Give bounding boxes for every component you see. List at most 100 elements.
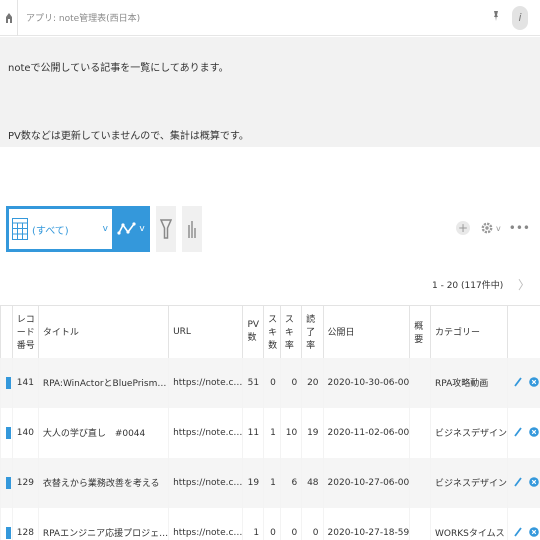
column-header-record-number[interactable]: レコード番号 (11, 305, 39, 358)
next-page-button[interactable]: 〉 (518, 276, 530, 293)
pv-cell: 51 (242, 357, 264, 408)
pv-cell: 11 (242, 407, 264, 458)
app-description: noteで公開している記事を一覧にしてあります。 PV数などは更新していませんの… (0, 37, 540, 147)
title-cell: 衣替えから業務改善を考える (37, 457, 169, 508)
add-record-button[interactable]: + (456, 221, 470, 235)
edit-icon[interactable] (514, 477, 522, 487)
row-actions (507, 507, 540, 540)
read-rate-cell: 19 (301, 407, 324, 458)
info-button[interactable]: i (512, 5, 528, 30)
info-icon: i (518, 11, 522, 24)
column-header-published[interactable]: 公開日 (322, 305, 410, 358)
column-header-title[interactable]: タイトル (37, 305, 169, 358)
settings-button[interactable]: v (480, 221, 501, 235)
pagination-info: 1 - 20 (117件中) (432, 281, 504, 291)
delete-icon[interactable] (529, 477, 539, 488)
column-header-url[interactable]: URL (168, 305, 243, 358)
published-cell: 2020-10-27-18-59 (322, 507, 410, 540)
row-actions (507, 357, 540, 408)
table-row: 141 RPA:WinActorとBluePrism… https://note… (0, 357, 540, 408)
more-icon: ••• (508, 221, 530, 235)
like-rate-cell: 10 (279, 407, 302, 458)
url-link[interactable]: https://note.c… (168, 457, 243, 508)
app-header: アプリ: note管理表(西日本) i (0, 0, 540, 36)
graph-chevron-down-icon: v (139, 224, 145, 234)
home-button[interactable] (0, 0, 18, 36)
summary-cell (409, 507, 431, 540)
url-link[interactable]: https://note.c… (168, 357, 243, 408)
delete-icon[interactable] (529, 527, 539, 538)
column-header-indicator (0, 305, 13, 358)
filter-button[interactable] (156, 206, 176, 252)
row-detail-link[interactable] (0, 357, 13, 408)
graph-menu-button[interactable]: v (112, 206, 150, 252)
description-line-1: noteで公開している記事を一覧にしてあります。 (8, 63, 229, 74)
add-icon: + (457, 221, 469, 235)
published-cell: 2020-11-02-06-00 (322, 407, 410, 458)
row-detail-link[interactable] (0, 507, 13, 540)
url-link[interactable]: https://note.c… (168, 407, 243, 458)
record-number-cell: 128 (11, 507, 39, 540)
pv-cell: 19 (242, 457, 264, 508)
table-row: 140 大人の学び直し #0044 https://note.c… 11 1 1… (0, 407, 540, 458)
edit-icon[interactable] (514, 377, 522, 387)
column-header-like-rate[interactable]: スキ率 (279, 305, 302, 358)
delete-icon[interactable] (529, 377, 539, 388)
more-button[interactable]: ••• (509, 221, 530, 235)
column-header-summary[interactable]: 概要 (409, 305, 431, 358)
edit-icon[interactable] (514, 527, 522, 537)
column-header-likes[interactable]: スキ数 (263, 305, 281, 358)
column-header-category[interactable]: カテゴリー (429, 305, 508, 358)
column-header-pv[interactable]: PV数 (242, 305, 264, 358)
published-cell: 2020-10-27-06-00 (322, 457, 410, 508)
category-cell: ビジネスデザイン (429, 407, 508, 458)
view-selector[interactable]: (すべて) v (6, 206, 112, 252)
home-icon (5, 12, 12, 23)
summary-cell (409, 357, 431, 408)
category-cell: WORKSタイムス (429, 507, 508, 540)
records-table: レコード番号 タイトル URL PV数 スキ数 スキ率 読了率 公開日 概要 カ… (0, 305, 540, 540)
column-header-read-rate[interactable]: 読了率 (301, 305, 324, 358)
read-rate-cell: 48 (301, 457, 324, 508)
column-header-actions (507, 305, 540, 358)
record-indicator (6, 376, 11, 389)
gear-icon (481, 222, 493, 234)
table-row: 128 RPAエンジニア応援プロジェ… https://note.c… 1 0 … (0, 507, 540, 540)
like-rate-cell: 6 (279, 457, 302, 508)
category-cell: RPA攻略動画 (429, 357, 508, 408)
like-rate-cell: 0 (279, 357, 302, 408)
pin-button[interactable] (486, 10, 506, 25)
likes-cell: 1 (263, 457, 281, 508)
filter-icon (160, 219, 172, 239)
likes-cell: 0 (263, 357, 281, 408)
delete-icon[interactable] (529, 427, 539, 438)
row-actions (507, 407, 540, 458)
view-selector-label: (すべて) (32, 225, 69, 237)
chevron-down-icon: v (102, 224, 108, 234)
calendar-icon (12, 218, 28, 240)
settings-chevron-down-icon: v (496, 223, 501, 233)
row-detail-link[interactable] (0, 457, 13, 508)
summary-cell (409, 407, 431, 458)
edit-icon[interactable] (514, 427, 522, 437)
url-link[interactable]: https://note.c… (168, 507, 243, 540)
table-header-row: レコード番号 タイトル URL PV数 スキ数 スキ率 読了率 公開日 概要 カ… (0, 305, 540, 358)
bar-chart-icon (188, 221, 196, 238)
breadcrumb[interactable]: アプリ: note管理表(西日本) (26, 11, 486, 24)
bar-chart-button[interactable] (182, 206, 202, 252)
category-cell: ビジネスデザイン (429, 457, 508, 508)
pin-icon (494, 11, 498, 21)
title-cell: RPAエンジニア応援プロジェ… (37, 507, 169, 540)
title-cell: RPA:WinActorとBluePrism… (37, 357, 169, 408)
pv-cell: 1 (242, 507, 264, 540)
likes-cell: 1 (263, 407, 281, 458)
record-indicator (6, 526, 11, 539)
record-indicator (6, 426, 11, 439)
right-toolbar: + v ••• (456, 214, 530, 242)
row-actions (507, 457, 540, 508)
read-rate-cell: 20 (301, 357, 324, 408)
row-detail-link[interactable] (0, 407, 13, 458)
record-indicator (6, 476, 11, 489)
published-cell: 2020-10-30-06-00 (322, 357, 410, 408)
read-rate-cell: 0 (301, 507, 324, 540)
